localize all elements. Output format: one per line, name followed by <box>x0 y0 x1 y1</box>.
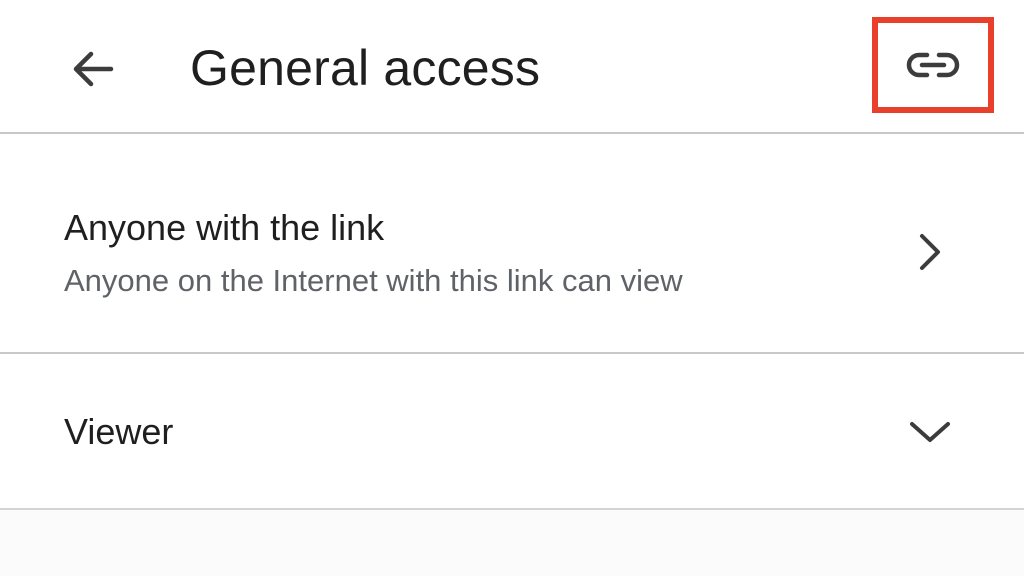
app-bar: General access <box>0 0 1024 134</box>
access-level-description: Anyone on the Internet with this link ca… <box>64 263 683 298</box>
arrow-back-icon <box>73 51 114 87</box>
role-selected-value: Viewer <box>64 411 174 452</box>
access-level-title: Anyone with the link <box>64 207 385 248</box>
copy-link-button[interactable] <box>872 17 994 113</box>
chevron-right-icon <box>906 228 954 276</box>
bottom-area <box>0 510 1024 576</box>
page-title: General access <box>190 40 541 96</box>
link-icon <box>906 52 960 78</box>
role-dropdown[interactable]: Viewer <box>0 354 1024 510</box>
general-access-screen: General access Anyone with the link Anyo… <box>0 0 1024 576</box>
chevron-down-icon <box>906 408 954 456</box>
access-level-row[interactable]: Anyone with the link Anyone on the Inter… <box>0 134 1024 354</box>
back-button[interactable] <box>62 38 124 100</box>
